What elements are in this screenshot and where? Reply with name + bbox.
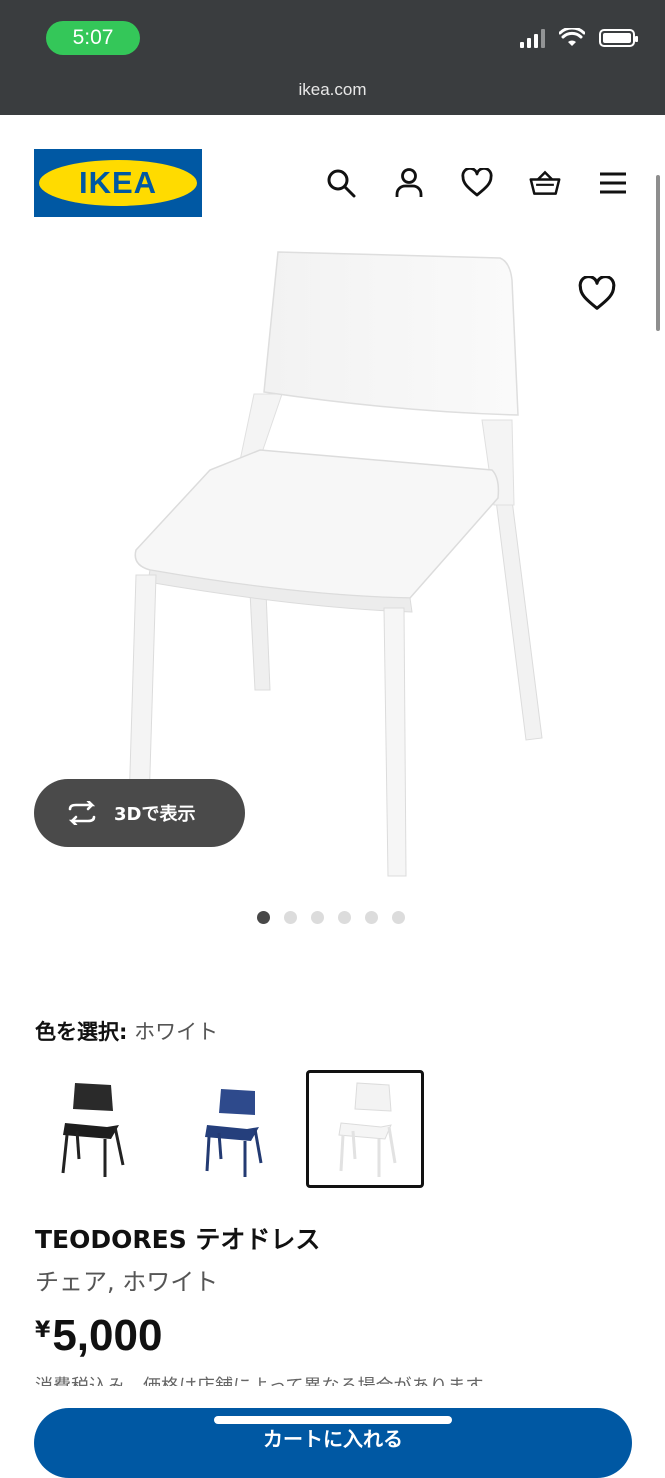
carousel-dot[interactable] (392, 911, 405, 924)
view-3d-button[interactable]: 3Dで表示 (34, 779, 245, 847)
product-name: TEODORES テオドレス (35, 1225, 321, 1254)
carousel-dot[interactable] (365, 911, 378, 924)
swatch-blue[interactable] (170, 1070, 288, 1188)
carousel-dot[interactable] (311, 911, 324, 924)
cart-icon[interactable] (529, 165, 561, 201)
image-carousel-dots (257, 911, 405, 924)
browser-top-bar: 5:07 ikea.com (0, 0, 665, 115)
chair-thumbnail (338, 1082, 397, 1177)
menu-icon[interactable] (597, 165, 629, 201)
color-value: ホワイト (134, 1020, 219, 1044)
logo-text: IKEA (78, 165, 158, 200)
view-3d-label: 3Dで表示 (114, 804, 196, 825)
color-swatches (34, 1070, 424, 1188)
header-nav (325, 165, 629, 201)
color-selector-label: 色を選択: ホワイト (35, 1016, 218, 1046)
signal-icon (520, 28, 545, 48)
carousel-dot[interactable] (257, 911, 270, 924)
swatch-white[interactable] (306, 1070, 424, 1188)
heart-icon (578, 275, 616, 310)
status-time: 5:07 (46, 21, 140, 55)
battery-icon (599, 29, 638, 47)
product-price: ¥ 5,000 (35, 1310, 162, 1362)
status-icons (520, 28, 638, 48)
chair-thumbnail (205, 1089, 263, 1177)
search-icon[interactable] (325, 165, 357, 201)
product-description: チェア, ホワイト (35, 1268, 219, 1296)
account-icon[interactable] (393, 165, 425, 201)
heart-icon[interactable] (461, 165, 493, 201)
rotate-3d-icon (68, 801, 96, 825)
chair-thumbnail (61, 1083, 125, 1177)
price-amount: 5,000 (52, 1311, 163, 1360)
price-currency: ¥ (35, 1318, 51, 1343)
carousel-dot[interactable] (284, 911, 297, 924)
ikea-logo[interactable]: IKEA (34, 149, 202, 217)
home-indicator[interactable] (214, 1416, 452, 1424)
color-label: 色を選択: (35, 1020, 128, 1044)
favorite-button[interactable] (578, 275, 616, 312)
swatch-black[interactable] (34, 1070, 152, 1188)
wifi-icon (559, 28, 585, 46)
tax-note: 消費税込み。価格は店舗によって異なる場合があります。 (35, 1374, 635, 1386)
carousel-dot[interactable] (338, 911, 351, 924)
url-bar[interactable]: ikea.com (0, 80, 665, 100)
